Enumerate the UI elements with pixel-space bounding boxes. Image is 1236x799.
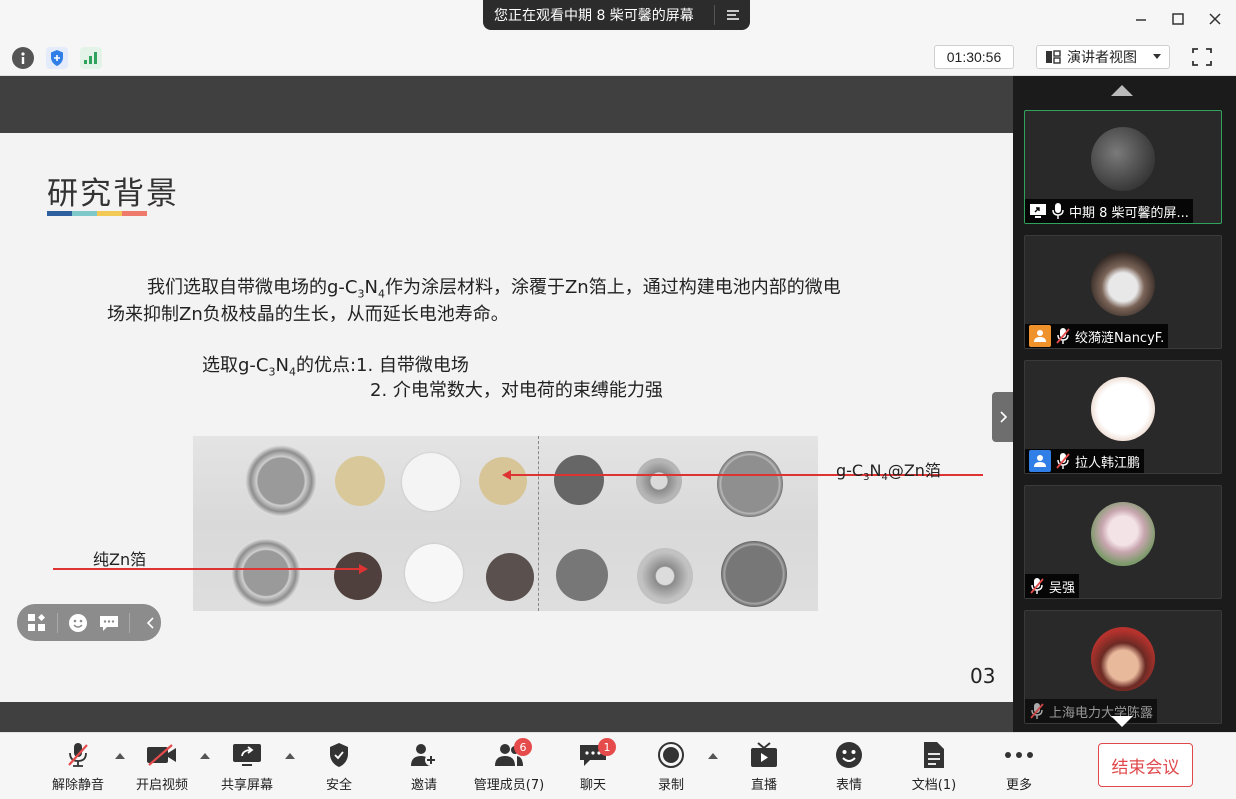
- info-icon[interactable]: [12, 47, 34, 69]
- meeting-toolbar: 解除静音 开启视频 共享屏幕 安全 邀请 管理成员(7) 6 聊天 1 录制 直…: [0, 732, 1236, 799]
- participant-name: 绞漪涟NancyF.: [1075, 330, 1165, 346]
- document-icon: [923, 741, 945, 769]
- avatar: [1091, 627, 1155, 691]
- title-underline: [47, 211, 147, 216]
- chevron-down-icon: [1153, 54, 1161, 60]
- participant-tile[interactable]: 中期 8 柴可馨的屏...: [1024, 110, 1222, 224]
- participant-name-tag: 拉人韩江鹏: [1025, 449, 1145, 473]
- mic-off-icon: [66, 741, 90, 769]
- participant-name: 上海电力大学陈露: [1049, 705, 1154, 721]
- participant-name: 拉人韩江鹏: [1075, 455, 1141, 471]
- scroll-down-icon[interactable]: [1110, 714, 1134, 733]
- battery-components-photo: [193, 436, 818, 611]
- avatar: [1091, 502, 1155, 566]
- microphone-icon: [1051, 202, 1065, 220]
- layout-icon: [1045, 50, 1061, 64]
- chat-button[interactable]: 聊天 1: [572, 738, 616, 795]
- documents-button[interactable]: 文档(1): [906, 741, 962, 795]
- person-icon: [1029, 325, 1051, 347]
- avatar: [1091, 127, 1155, 191]
- mic-muted-icon: [1029, 577, 1045, 595]
- advantage-line-2: 2. 介电常数大，对电荷的束缚能力强: [370, 380, 663, 401]
- share-banner-text: 您正在观看中期 8 柴可馨的屏幕: [494, 8, 694, 24]
- collapse-panel-handle[interactable]: [992, 392, 1013, 442]
- chat-bubble-icon[interactable]: [98, 612, 120, 634]
- participant-tile[interactable]: 吴强: [1024, 485, 1222, 599]
- unmute-button[interactable]: 解除静音: [50, 741, 106, 795]
- end-meeting-button[interactable]: 结束会议: [1098, 743, 1193, 787]
- label-pure-zn: 纯Zn箔: [93, 550, 147, 569]
- close-icon[interactable]: [1205, 9, 1225, 29]
- apps-icon[interactable]: [26, 612, 48, 634]
- minimize-icon[interactable]: [1131, 9, 1151, 29]
- record-icon: [657, 741, 685, 769]
- slide-title: 研究背景: [47, 176, 179, 212]
- record-options-caret[interactable]: [708, 753, 718, 759]
- video-options-caret[interactable]: [200, 753, 210, 759]
- participant-name-tag: 上海电力大学陈露: [1025, 699, 1158, 723]
- audio-options-caret[interactable]: [115, 753, 125, 759]
- view-mode-select[interactable]: 演讲者视图: [1036, 45, 1170, 69]
- mic-muted-icon: [1029, 702, 1045, 720]
- shield-icon[interactable]: [46, 47, 68, 69]
- view-mode-label: 演讲者视图: [1067, 50, 1137, 66]
- avatar: [1091, 377, 1155, 441]
- label-coated-zn: g-C3N4@Zn箔: [836, 461, 941, 484]
- chevron-left-icon[interactable]: [139, 612, 161, 634]
- slide-bottom-band: [0, 702, 1013, 732]
- emoji-icon[interactable]: [67, 612, 89, 634]
- participant-tile[interactable]: 拉人韩江鹏: [1024, 360, 1222, 474]
- avatar: [1091, 252, 1155, 316]
- emoji-icon: [835, 741, 863, 769]
- share-banner: 您正在观看中期 8 柴可馨的屏幕: [483, 0, 750, 30]
- live-icon: [750, 741, 778, 769]
- advantage-line-1: 选取g-C3N4的优点:1. 自带微电场: [202, 355, 469, 379]
- video-panel: 中期 8 柴可馨的屏... 绞漪涟NancyF. 拉人韩江鹏 吴强 上海电力大学…: [1013, 76, 1236, 732]
- chat-count-badge: 1: [598, 738, 616, 756]
- signal-icon[interactable]: [80, 47, 102, 69]
- reactions-button[interactable]: 表情: [828, 741, 870, 795]
- more-icon: [1004, 741, 1034, 769]
- paragraph-line-1: 我们选取自带微电场的g-C3N4作为涂层材料，涂覆于Zn箔上，通过构建电池内部的…: [147, 277, 841, 301]
- add-user-icon: [410, 741, 438, 769]
- participant-tile[interactable]: 绞漪涟NancyF.: [1024, 235, 1222, 349]
- banner-menu-icon[interactable]: [715, 9, 750, 21]
- paragraph-line-2: 场来抑制Zn负极枝晶的生长，从而延长电池寿命。: [107, 304, 509, 325]
- scroll-up-icon[interactable]: [1110, 82, 1134, 96]
- participant-tile[interactable]: 上海电力大学陈露: [1024, 610, 1222, 724]
- participant-name: 吴强: [1049, 580, 1076, 596]
- slide-page-number: 03: [970, 664, 996, 688]
- participant-name-tag: 吴强: [1025, 574, 1080, 598]
- shared-screen: 研究背景 我们选取自带微电场的g-C3N4作为涂层材料，涂覆于Zn箔上，通过构建…: [0, 76, 1013, 732]
- maximize-icon[interactable]: [1168, 9, 1188, 29]
- fullscreen-icon[interactable]: [1190, 46, 1214, 68]
- info-bar: 01:30:56 演讲者视图: [0, 38, 1236, 76]
- members-count-badge: 6: [514, 738, 532, 756]
- start-video-button[interactable]: 开启视频: [134, 741, 190, 795]
- meeting-window: 您正在观看中期 8 柴可馨的屏幕 01:30:56 演讲者视图 研究背景 我们选…: [0, 0, 1236, 799]
- share-screen-icon: [232, 741, 262, 769]
- slide-top-band: [0, 76, 1013, 133]
- shield-icon: [328, 741, 350, 769]
- more-button[interactable]: 更多: [998, 741, 1040, 795]
- security-button[interactable]: 安全: [318, 741, 360, 795]
- participant-name-tag: 绞漪涟NancyF.: [1025, 324, 1169, 348]
- title-bar: 您正在观看中期 8 柴可馨的屏幕: [0, 0, 1236, 38]
- person-icon: [1029, 450, 1051, 472]
- screen-share-icon: [1029, 203, 1047, 219]
- participant-name-tag: 中期 8 柴可馨的屏...: [1025, 199, 1193, 223]
- floating-toolbar: [17, 604, 161, 641]
- participant-name: 中期 8 柴可馨的屏...: [1069, 205, 1189, 221]
- mic-muted-icon: [1055, 452, 1071, 470]
- meeting-timer: 01:30:56: [934, 45, 1014, 69]
- share-screen-button[interactable]: 共享屏幕: [219, 741, 275, 795]
- invite-button[interactable]: 邀请: [403, 741, 445, 795]
- live-stream-button[interactable]: 直播: [743, 741, 785, 795]
- record-button[interactable]: 录制: [650, 741, 692, 795]
- mic-muted-icon: [1055, 327, 1071, 345]
- camera-off-icon: [146, 741, 178, 769]
- manage-members-button[interactable]: 管理成员(7) 6: [470, 738, 548, 795]
- share-options-caret[interactable]: [285, 753, 295, 759]
